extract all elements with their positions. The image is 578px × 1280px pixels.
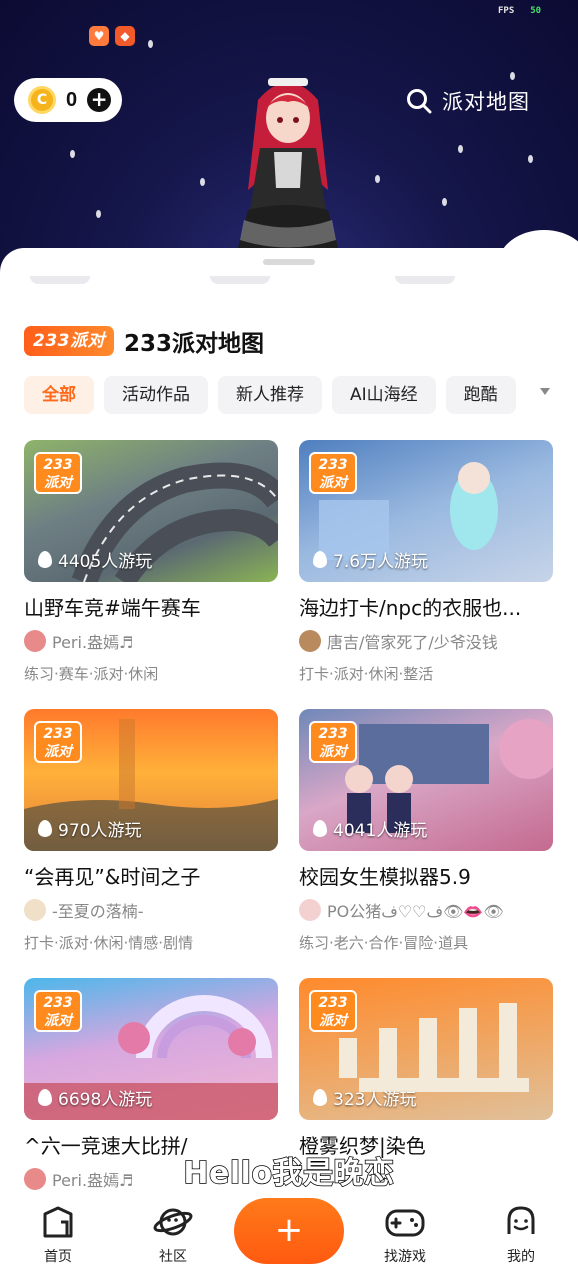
section-title: 233派对地图 xyxy=(124,331,265,357)
game-tags: 练习·赛车·派对·休闲 xyxy=(24,665,159,683)
player-count-label: 323人游玩 xyxy=(333,1090,417,1110)
profile-face-icon xyxy=(507,1206,535,1234)
game-tags: 练习·老六·合作·冒险·道具 xyxy=(299,934,469,952)
player-count: 7.6万人游玩 xyxy=(313,547,428,572)
player-count-label: 7.6万人游玩 xyxy=(333,552,429,572)
author-name: Peri.盎嫣♬ xyxy=(52,633,134,652)
coin-count: 0 xyxy=(66,88,78,111)
author-name: PO公猪ف♡♡ف👁👄👁 xyxy=(327,902,504,921)
game-author[interactable]: 唐吉/管家死了/少爷没钱 xyxy=(299,629,553,653)
game-thumbnail[interactable]: 233 派对 323人游玩 xyxy=(299,978,553,1120)
tab-event-works[interactable]: 活动作品 xyxy=(104,376,208,414)
home-icon xyxy=(43,1206,73,1238)
tab-parkour[interactable]: 跑酷 xyxy=(445,376,516,414)
player-count: 4405人游玩 xyxy=(38,547,152,572)
create-button[interactable]: + xyxy=(234,1198,344,1264)
search-icon xyxy=(407,89,432,114)
flame-icon xyxy=(313,820,327,837)
avatar xyxy=(24,630,46,652)
notification-icons: ♥ ◆ xyxy=(89,26,135,46)
party-tag: 233 派对 xyxy=(309,990,357,1032)
game-thumbnail[interactable]: 233 派对 970人游玩 xyxy=(24,709,278,851)
section-header: 233派对 233派对地图 xyxy=(24,324,264,358)
game-card[interactable]: 233 派对 7.6万人游玩 海边打卡/npc的衣服也... 唐吉/管家死了/少爷… xyxy=(299,440,553,684)
player-count: 323人游玩 xyxy=(313,1085,416,1110)
flame-icon xyxy=(313,551,327,568)
content-sheet: 233派对 233派对地图 全部 活动作品 新人推荐 AI山海经 跑酷 233 派… xyxy=(0,248,578,1280)
tab-all[interactable]: 全部 xyxy=(24,376,94,414)
player-count: 6698人游玩 xyxy=(38,1085,152,1110)
party-map-search-button[interactable]: 派对地图 xyxy=(406,86,530,116)
fps-value: 50 xyxy=(530,6,542,16)
party-tag: 233 派对 xyxy=(309,721,357,763)
game-author[interactable]: PO公猪ف♡♡ف👁👄👁 xyxy=(299,898,553,922)
party-tag: 233 派对 xyxy=(34,721,82,763)
nav-home[interactable]: 首页 xyxy=(18,1204,98,1266)
avatar xyxy=(299,630,321,652)
game-card[interactable]: 233 派对 970人游玩 “会再见”&时间之子 -至夏の落楠- 打卡·派对·休闲… xyxy=(24,709,278,953)
planet-icon xyxy=(153,1208,193,1236)
player-count: 970人游玩 xyxy=(38,816,141,841)
nav-find-games-label: 找游戏 xyxy=(384,1249,426,1265)
gamepad-icon xyxy=(385,1209,425,1237)
sheet-drag-handle[interactable] xyxy=(263,259,315,265)
game-thumbnail[interactable]: 233 派对 4041人游玩 xyxy=(299,709,553,851)
heart-app-icon: ♥ xyxy=(89,26,109,46)
game-title[interactable]: 山野车竞#端午赛车 xyxy=(24,592,278,621)
game-author[interactable]: Peri.盎嫣♬ xyxy=(24,629,278,653)
game-title[interactable]: 海边打卡/npc的衣服也... xyxy=(299,592,553,621)
game-card[interactable]: 233 派对 323人游玩 橙雾织梦|染色 xyxy=(299,978,553,1159)
party-tag: 233 派对 xyxy=(34,990,82,1032)
game-tags: 打卡·派对·休闲·情感·剧情 xyxy=(24,934,194,952)
flame-icon xyxy=(38,551,52,568)
game-title[interactable]: 校园女生模拟器5.9 xyxy=(299,861,553,890)
game-thumbnail[interactable]: 233 派对 7.6万人游玩 xyxy=(299,440,553,582)
search-label: 派对地图 xyxy=(442,90,530,114)
tab-ai-shanhaijing[interactable]: AI山海经 xyxy=(332,376,436,414)
game-tags: 打卡·派对·休闲·整活 xyxy=(299,665,434,683)
author-name: -至夏の落楠- xyxy=(52,902,144,921)
game-thumbnail[interactable]: 233 派对 6698人游玩 xyxy=(24,978,278,1120)
game-title[interactable]: “会再见”&时间之子 xyxy=(24,861,278,890)
coin-icon: C xyxy=(28,86,56,114)
party-tag: 233 派对 xyxy=(34,452,82,494)
plus-circle-icon[interactable]: + xyxy=(87,88,112,112)
tab-newcomer[interactable]: 新人推荐 xyxy=(218,376,322,414)
nav-community[interactable]: 社区 xyxy=(133,1204,213,1266)
previous-row-peek xyxy=(0,276,578,290)
game-card[interactable]: 233 派对 4041人游玩 校园女生模拟器5.9 PO公猪ف♡♡ف👁👄👁 练习·… xyxy=(299,709,553,953)
party-tag: 233 派对 xyxy=(309,452,357,494)
fps-label: FPS xyxy=(498,6,515,16)
nav-home-label: 首页 xyxy=(44,1249,72,1265)
nav-community-label: 社区 xyxy=(159,1249,187,1265)
nav-me[interactable]: 我的 xyxy=(481,1204,561,1266)
author-name: 唐吉/管家死了/少爷没钱 xyxy=(327,633,498,652)
nav-find-games[interactable]: 找游戏 xyxy=(365,1204,445,1266)
game-author[interactable]: -至夏の落楠- xyxy=(24,898,278,922)
avatar xyxy=(24,899,46,921)
avatar-character[interactable] xyxy=(218,70,358,270)
game-thumbnail[interactable]: 233 派对 4405人游玩 xyxy=(24,440,278,582)
video-subtitle: Hello我是晚恋 xyxy=(183,1155,395,1192)
bottom-nav: 首页 社区 + 找游戏 我的 xyxy=(0,1196,578,1280)
flame-icon xyxy=(313,1089,327,1106)
coin-balance-pill[interactable]: C 0 + xyxy=(14,78,122,122)
nav-me-label: 我的 xyxy=(507,1249,535,1265)
player-count-label: 970人游玩 xyxy=(58,821,142,841)
player-count-label: 4041人游玩 xyxy=(333,821,428,841)
category-tabs: 全部 活动作品 新人推荐 AI山海经 跑酷 xyxy=(24,376,534,414)
game-card[interactable]: 233 派对 4405人游玩 山野车竞#端午赛车 Peri.盎嫣♬ 练习·赛车·派… xyxy=(24,440,278,684)
chevron-down-icon[interactable] xyxy=(540,388,550,395)
fps-counter: FPS 50 xyxy=(498,6,541,16)
flame-icon xyxy=(38,1089,52,1106)
flame-icon xyxy=(38,820,52,837)
hero-banner: FPS 50 ♥ ◆ C 0 + 派对地图 xyxy=(0,0,578,290)
player-count-label: 6698人游玩 xyxy=(58,1090,153,1110)
233-app-icon: ◆ xyxy=(115,26,135,46)
player-count-label: 4405人游玩 xyxy=(58,552,153,572)
player-count: 4041人游玩 xyxy=(313,816,427,841)
party-badge: 233派对 xyxy=(24,326,114,356)
plus-icon: + xyxy=(274,1210,304,1250)
avatar xyxy=(299,899,321,921)
